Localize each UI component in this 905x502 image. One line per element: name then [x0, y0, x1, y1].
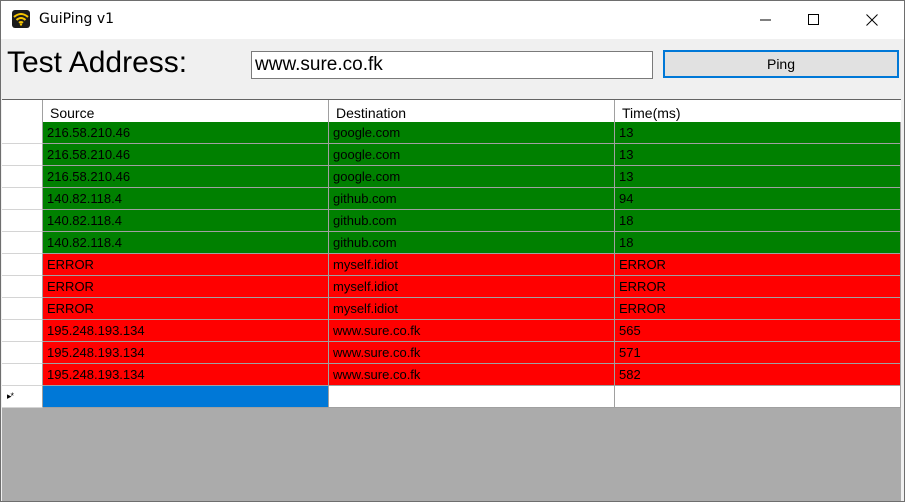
table-row[interactable]: 195.248.193.134 www.sure.co.fk 582	[2, 364, 901, 386]
close-button[interactable]	[850, 1, 896, 39]
minimize-icon	[760, 19, 771, 21]
source-cell[interactable]: 140.82.118.4	[43, 232, 329, 254]
table-row[interactable]: 216.58.210.46 google.com 13	[2, 166, 901, 188]
row-header[interactable]	[2, 364, 43, 386]
row-header[interactable]	[2, 276, 43, 298]
time-cell[interactable]: ERROR	[615, 298, 901, 320]
row-header[interactable]	[2, 254, 43, 276]
row-header[interactable]	[2, 298, 43, 320]
table-row[interactable]: 195.248.193.134 www.sure.co.fk 565	[2, 320, 901, 342]
source-cell[interactable]: 216.58.210.46	[43, 166, 329, 188]
column-header-time[interactable]: Time(ms)	[615, 100, 901, 122]
time-cell[interactable]: 571	[615, 342, 901, 364]
time-cell[interactable]: 13	[615, 122, 901, 144]
destination-cell[interactable]: github.com	[329, 232, 615, 254]
source-cell[interactable]: 195.248.193.134	[43, 320, 329, 342]
destination-cell[interactable]: github.com	[329, 188, 615, 210]
minimize-button[interactable]	[744, 1, 790, 39]
row-header-corner[interactable]	[2, 100, 43, 122]
source-cell[interactable]: 140.82.118.4	[43, 210, 329, 232]
time-cell[interactable]: 13	[615, 166, 901, 188]
table-row[interactable]: 216.58.210.46 google.com 13	[2, 144, 901, 166]
destination-cell[interactable]: www.sure.co.fk	[329, 342, 615, 364]
time-cell[interactable]: ERROR	[615, 254, 901, 276]
time-cell[interactable]: ERROR	[615, 276, 901, 298]
table-row[interactable]: 140.82.118.4 github.com 94	[2, 188, 901, 210]
row-header[interactable]	[2, 188, 43, 210]
destination-cell[interactable]: google.com	[329, 166, 615, 188]
close-icon	[866, 14, 878, 26]
destination-cell[interactable]	[329, 386, 615, 408]
time-cell[interactable]	[615, 386, 901, 408]
time-cell[interactable]: 565	[615, 320, 901, 342]
destination-cell[interactable]: www.sure.co.fk	[329, 364, 615, 386]
source-cell[interactable]	[43, 386, 329, 408]
table-row[interactable]: 140.82.118.4 github.com 18	[2, 232, 901, 254]
maximize-button[interactable]	[792, 1, 838, 39]
grid-header: Source Destination Time(ms)	[2, 100, 901, 122]
row-header[interactable]	[2, 210, 43, 232]
row-header[interactable]	[2, 122, 43, 144]
grid-rows: 216.58.210.46 google.com 13 216.58.210.46 go…	[2, 122, 901, 408]
row-header[interactable]	[2, 320, 43, 342]
row-header[interactable]	[2, 232, 43, 254]
table-row[interactable]: 195.248.193.134 www.sure.co.fk 571	[2, 342, 901, 364]
source-cell[interactable]: ERROR	[43, 276, 329, 298]
source-cell[interactable]: ERROR	[43, 298, 329, 320]
column-header-destination[interactable]: Destination	[329, 100, 615, 122]
source-cell[interactable]: 195.248.193.134	[43, 364, 329, 386]
table-row[interactable]: 140.82.118.4 github.com 18	[2, 210, 901, 232]
new-row[interactable]: ▸*	[2, 386, 901, 408]
maximize-icon	[808, 14, 819, 25]
destination-cell[interactable]: myself.idiot	[329, 298, 615, 320]
time-cell[interactable]: 582	[615, 364, 901, 386]
destination-cell[interactable]: github.com	[329, 210, 615, 232]
source-cell[interactable]: 216.58.210.46	[43, 122, 329, 144]
test-address-label: Test Address:	[7, 46, 188, 79]
table-row[interactable]: 216.58.210.46 google.com 13	[2, 122, 901, 144]
window-title: GuiPing v1	[39, 11, 115, 27]
new-row-icon: ▸*	[7, 391, 14, 401]
destination-cell[interactable]: myself.idiot	[329, 276, 615, 298]
destination-cell[interactable]: google.com	[329, 144, 615, 166]
table-row[interactable]: ERROR myself.idiot ERROR	[2, 298, 901, 320]
time-cell[interactable]: 13	[615, 144, 901, 166]
row-header[interactable]	[2, 342, 43, 364]
destination-cell[interactable]: myself.idiot	[329, 254, 615, 276]
wifi-icon	[12, 10, 30, 28]
row-header[interactable]	[2, 144, 43, 166]
destination-cell[interactable]: www.sure.co.fk	[329, 320, 615, 342]
table-row[interactable]: ERROR myself.idiot ERROR	[2, 254, 901, 276]
source-cell[interactable]: 195.248.193.134	[43, 342, 329, 364]
app-window: GuiPing v1 Test Address: www.sure.co.fk …	[0, 0, 905, 502]
source-cell[interactable]: 140.82.118.4	[43, 188, 329, 210]
title-bar[interactable]: GuiPing v1	[1, 1, 904, 39]
row-header[interactable]	[2, 166, 43, 188]
column-header-source[interactable]: Source	[43, 100, 329, 122]
results-grid[interactable]: Source Destination Time(ms) 216.58.210.4…	[2, 99, 901, 501]
row-header[interactable]: ▸*	[2, 386, 43, 408]
time-cell[interactable]: 94	[615, 188, 901, 210]
destination-cell[interactable]: google.com	[329, 122, 615, 144]
address-input[interactable]: www.sure.co.fk	[251, 51, 653, 79]
time-cell[interactable]: 18	[615, 232, 901, 254]
table-row[interactable]: ERROR myself.idiot ERROR	[2, 276, 901, 298]
ping-button[interactable]: Ping	[663, 50, 899, 78]
source-cell[interactable]: 216.58.210.46	[43, 144, 329, 166]
time-cell[interactable]: 18	[615, 210, 901, 232]
source-cell[interactable]: ERROR	[43, 254, 329, 276]
